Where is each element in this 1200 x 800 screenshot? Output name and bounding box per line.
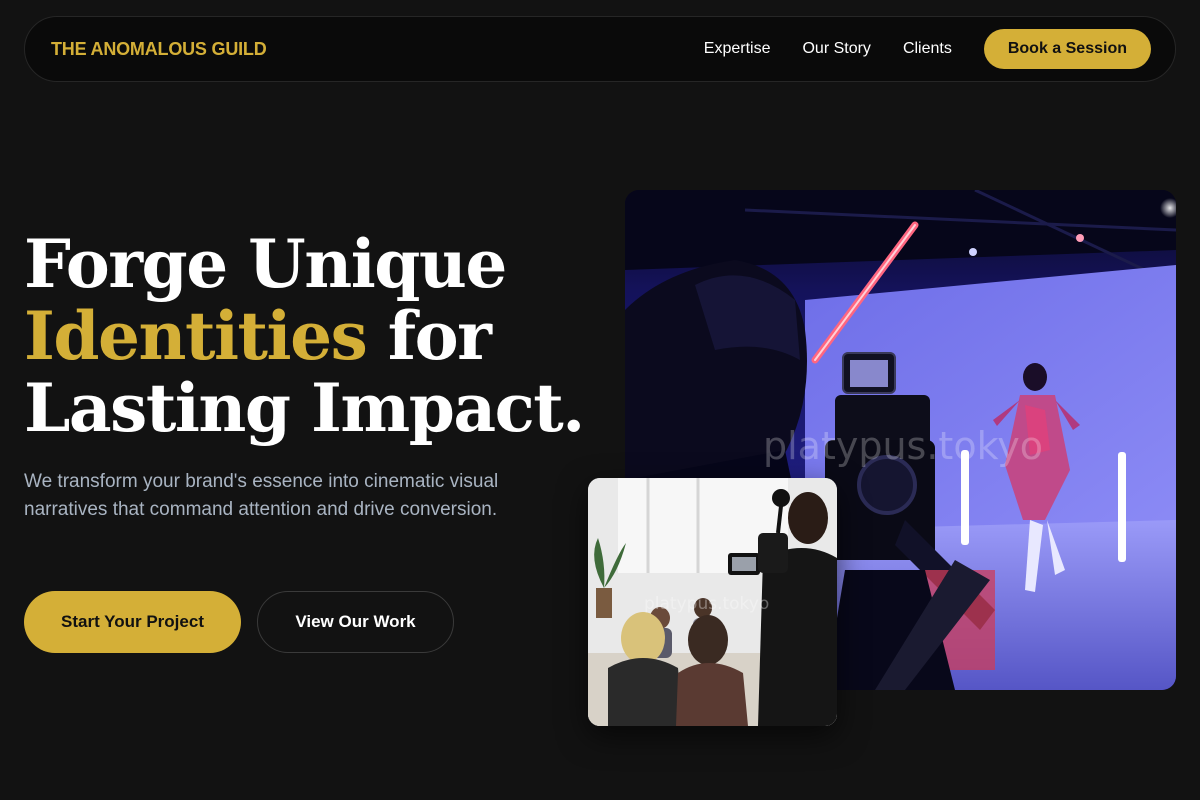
nav-link-expertise[interactable]: Expertise	[704, 40, 771, 58]
nav-link-clients[interactable]: Clients	[903, 40, 952, 58]
hero-subtext: We transform your brand's essence into c…	[24, 471, 499, 520]
headline-line-2: Identities for	[24, 300, 604, 372]
start-project-button[interactable]: Start Your Project	[24, 591, 241, 653]
headline-line-1: Forge Unique	[24, 225, 507, 303]
headline-line-3: Lasting Impact.	[24, 369, 585, 447]
view-work-button[interactable]: View Our Work	[257, 591, 454, 653]
brand-logo[interactable]: THE ANOMALOUS GUILD	[51, 39, 267, 60]
hero-image-meeting	[588, 478, 837, 726]
book-session-button[interactable]: Book a Session	[983, 29, 1151, 69]
headline-line-2-rest: for	[366, 297, 492, 375]
nav-menu: Expertise Our Story Clients Book a Sessi…	[704, 29, 1151, 69]
hero-headline: Forge Unique Identities for Lasting Impa…	[24, 228, 604, 444]
meeting-photo	[588, 478, 837, 726]
headline-accent-word: Identities	[24, 297, 368, 375]
top-navbar: THE ANOMALOUS GUILD Expertise Our Story …	[24, 16, 1176, 82]
nav-link-our-story[interactable]: Our Story	[802, 40, 870, 58]
